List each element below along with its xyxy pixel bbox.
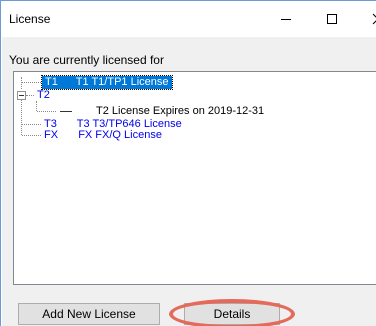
tree-item-t2-license[interactable]: T2 License Expires on 2019-12-31 — [96, 105, 264, 118]
tree-item-code: T2 — [37, 89, 50, 101]
tree-item-t2[interactable]: T2 — [37, 89, 50, 102]
tree-line — [22, 82, 41, 83]
highlight-ring — [169, 299, 295, 326]
tree-item-label: T2 License Expires on 2019-12-31 — [96, 105, 265, 117]
tree-item-label: FX FX/Q License — [78, 129, 162, 141]
close-button[interactable] — [355, 1, 376, 37]
minimize-icon — [281, 19, 291, 20]
child-marker — [60, 111, 72, 112]
tree-line — [22, 135, 41, 136]
tree-line — [37, 111, 56, 112]
window-title: License — [9, 12, 51, 26]
licensed-for-label: You are currently licensed for — [9, 53, 164, 67]
tree-item-fx[interactable]: FX FX FX/Q License — [44, 129, 162, 142]
tree-line — [26, 95, 34, 96]
tree-line — [21, 77, 22, 89]
collapse-icon[interactable] — [17, 91, 26, 100]
license-tree[interactable]: T1 T1 T1/TP1 License T2 T2 License Expir… — [13, 71, 376, 285]
close-icon — [372, 13, 376, 25]
title-bar[interactable]: License — [1, 1, 376, 37]
dialog-body: You are currently licensed for T1 T1 T1/… — [2, 37, 376, 326]
maximize-button[interactable] — [309, 1, 355, 37]
tree-line — [22, 124, 41, 125]
tree-item-code: T1 — [45, 76, 58, 88]
minimize-button[interactable] — [263, 1, 309, 37]
tree-item-label: T1 T1/TP1 License — [75, 76, 169, 88]
tree-item-t1[interactable]: T1 T1 T1/TP1 License — [41, 75, 173, 90]
add-new-license-button[interactable]: Add New License — [18, 303, 160, 325]
tree-line — [21, 96, 22, 135]
tree-line — [36, 101, 37, 111]
tree-item-code: FX — [44, 129, 59, 141]
license-dialog: License You are currently licensed for T… — [0, 0, 376, 326]
maximize-icon — [327, 14, 337, 24]
